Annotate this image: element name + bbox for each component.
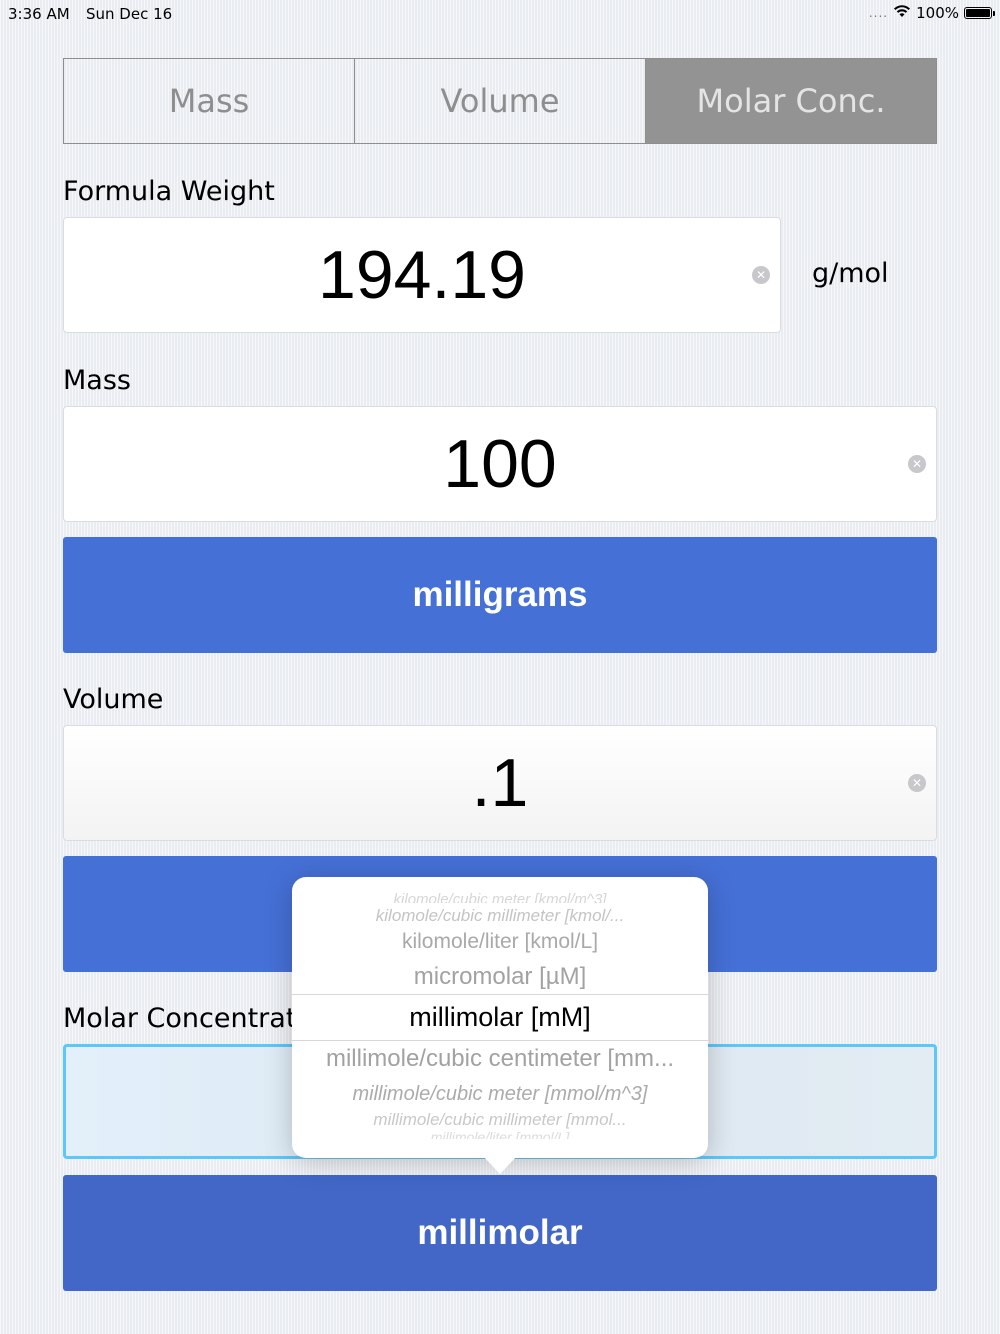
volume-value: .1	[471, 745, 529, 821]
status-time: 3:36 AM	[8, 5, 70, 23]
molar-unit-button[interactable]: millimolar	[63, 1175, 937, 1291]
mass-label: Mass	[63, 365, 131, 396]
battery-icon	[964, 7, 995, 19]
clear-volume-icon[interactable]: ✕	[908, 774, 926, 792]
picker-item[interactable]: kilomole/liter [kmol/L]	[292, 928, 708, 956]
picker-item[interactable]: millimole/cubic millimeter [mmol...	[292, 1109, 708, 1131]
unit-picker-popover: kilomole/cubic meter [kmol/m^3] kilomole…	[292, 877, 708, 1158]
tab-molar-conc[interactable]: Molar Conc.	[646, 59, 936, 143]
status-date: Sun Dec 16	[86, 5, 173, 23]
tab-volume[interactable]: Volume	[355, 59, 646, 143]
picker-item[interactable]: kilomole/cubic meter [kmol/m^3]	[292, 893, 708, 903]
picker-item[interactable]: micromolar [µM]	[292, 962, 708, 992]
mass-unit-button[interactable]: milligrams	[63, 537, 937, 653]
mode-segmented-control: Mass Volume Molar Conc.	[63, 58, 937, 144]
battery-percent: 100%	[916, 4, 959, 22]
clear-mass-icon[interactable]: ✕	[908, 455, 926, 473]
status-bar: 3:36 AM Sun Dec 16 .... 100%	[0, 0, 1000, 28]
formula-weight-unit: g/mol	[812, 258, 889, 289]
picker-item[interactable]: millimole/liter [mmol/L]	[292, 1130, 708, 1139]
tab-mass[interactable]: Mass	[64, 59, 355, 143]
picker-item[interactable]: millimole/cubic meter [mmol/m^3]	[292, 1080, 708, 1108]
clear-formula-weight-icon[interactable]: ✕	[752, 266, 770, 284]
volume-field[interactable]: .1 ✕	[63, 725, 937, 841]
volume-label: Volume	[63, 684, 164, 715]
mass-field[interactable]: 100 ✕	[63, 406, 937, 522]
mass-value: 100	[443, 426, 557, 502]
picker-item-selected[interactable]: millimolar [mM]	[292, 999, 708, 1035]
formula-weight-label: Formula Weight	[63, 176, 275, 207]
picker-item[interactable]: millimole/cubic centimeter [mm...	[292, 1043, 708, 1075]
picker-selection-bottom-line	[292, 1040, 708, 1041]
molar-concentration-label: Molar Concentrati	[63, 1003, 304, 1034]
picker-item[interactable]: kilomole/cubic millimeter [kmol/...	[292, 905, 708, 927]
battery-fill	[966, 9, 990, 17]
picker-selection-top-line	[292, 994, 708, 995]
status-indicators: .... 100%	[868, 4, 995, 22]
wifi-icon	[893, 4, 911, 22]
signal-indicator: ....	[868, 6, 889, 20]
formula-weight-value: 194.19	[318, 237, 526, 313]
formula-weight-field[interactable]: 194.19 ✕	[63, 217, 781, 333]
popover-arrow	[483, 1156, 517, 1174]
